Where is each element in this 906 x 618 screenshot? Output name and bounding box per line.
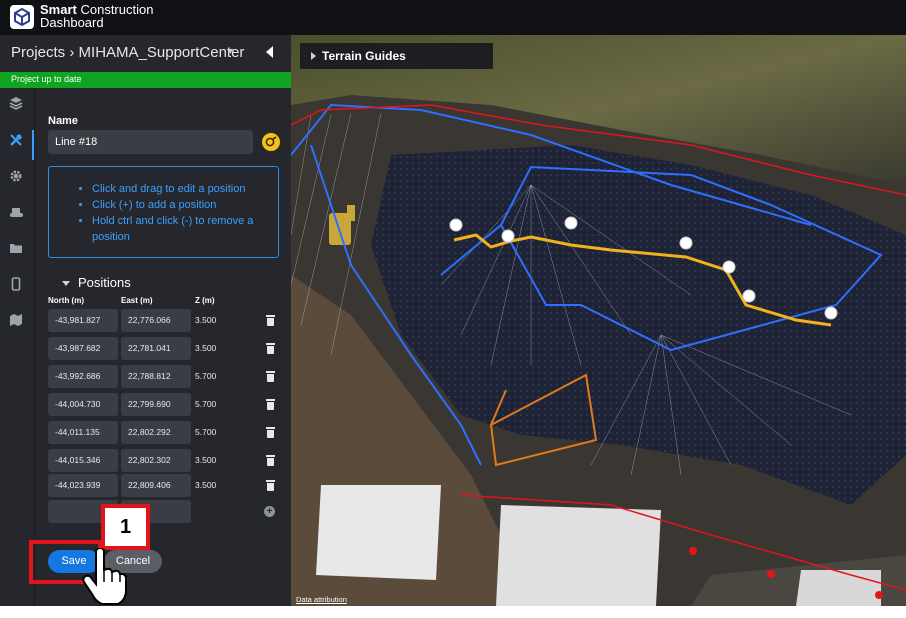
trash-icon[interactable]: [266, 455, 275, 466]
tools-icon[interactable]: [7, 133, 25, 151]
north-input[interactable]: -44,004.730: [48, 393, 118, 416]
help-item-remove: Hold ctrl and click (-) to remove a posi…: [92, 213, 270, 245]
z-value: 3.500: [195, 455, 217, 465]
position-row: -43,992.686 22,788.812 5.700: [48, 365, 275, 389]
trash-icon[interactable]: [266, 343, 275, 354]
folder-icon[interactable]: [7, 241, 25, 259]
data-attribution-link[interactable]: Data attribution: [296, 595, 347, 604]
help-item-edit: Click and drag to edit a position: [92, 181, 270, 197]
east-input[interactable]: 22,788.812: [121, 365, 191, 388]
position-row: -43,987.682 22,781.041 3.500: [48, 337, 275, 361]
trash-icon[interactable]: [266, 427, 275, 438]
breadcrumb-separator: ›: [65, 44, 79, 61]
trash-icon[interactable]: [266, 480, 275, 491]
north-input[interactable]: -43,987.682: [48, 337, 118, 360]
app-logo-icon[interactable]: [10, 5, 34, 29]
step-number-callout: 1: [101, 504, 150, 550]
building-roof: [796, 570, 881, 606]
aerial-terrain-map: [291, 35, 906, 606]
east-input[interactable]: 22,781.041: [121, 337, 191, 360]
z-value: 3.500: [195, 315, 217, 325]
building-roof: [496, 505, 661, 606]
north-input[interactable]: -43,981.827: [48, 309, 118, 332]
z-value: 3.500: [195, 480, 217, 490]
device-icon[interactable]: [7, 277, 25, 295]
terrain-guides-label: Terrain Guides: [322, 49, 406, 63]
projects-link[interactable]: Projects: [11, 44, 65, 61]
north-input[interactable]: -44,015.346: [48, 449, 118, 472]
help-box: Click and drag to edit a position Click …: [48, 166, 279, 258]
project-dropdown-icon[interactable]: ▾: [228, 46, 233, 57]
expand-caret-icon: [62, 281, 70, 287]
top-bar: Smart Construction Dashboard: [0, 0, 906, 35]
column-header-east: East (m): [121, 296, 153, 305]
map-viewport[interactable]: Terrain Guides Data attribution: [291, 35, 906, 606]
add-position-icon[interactable]: +: [264, 506, 275, 517]
name-label: Name: [48, 115, 78, 127]
east-input[interactable]: 22,799.690: [121, 393, 191, 416]
color-style-button[interactable]: [262, 133, 280, 151]
trash-icon[interactable]: [266, 399, 275, 410]
position-row: -44,023.939 22,809.406 3.500: [48, 474, 275, 498]
help-item-add: Click (+) to add a position: [92, 197, 270, 213]
position-row: -43,981.827 22,776.066 3.500: [48, 309, 275, 333]
terrain-guides-toggle[interactable]: Terrain Guides: [300, 43, 493, 69]
east-input[interactable]: 22,809.406: [121, 474, 191, 497]
east-input[interactable]: 22,776.066: [121, 309, 191, 332]
z-value: 5.700: [195, 371, 217, 381]
pointer-hand-icon: [82, 548, 127, 605]
east-input[interactable]: 22,802.292: [121, 421, 191, 444]
z-value: 3.500: [195, 343, 217, 353]
status-banner: Project up to date: [0, 72, 291, 88]
map-icon[interactable]: [7, 313, 25, 331]
app-title: Smart Construction Dashboard: [40, 3, 153, 29]
north-input[interactable]: -43,992.686: [48, 365, 118, 388]
z-value: 5.700: [195, 399, 217, 409]
project-name[interactable]: MIHAMA_SupportCenter: [79, 44, 245, 61]
east-input[interactable]: 22,802.302: [121, 449, 191, 472]
brush-icon: [265, 136, 277, 147]
breadcrumb[interactable]: Projects › MIHAMA_SupportCenter: [11, 44, 244, 61]
layers-icon[interactable]: [7, 96, 25, 114]
line-editor-panel: Name Line #18 Click and drag to edit a p…: [36, 88, 291, 606]
trash-icon[interactable]: [266, 315, 275, 326]
position-row: -44,004.730 22,799.690 5.700: [48, 393, 275, 417]
trash-icon[interactable]: [266, 371, 275, 382]
collapse-panel-icon[interactable]: [266, 46, 273, 58]
column-header-north: North (m): [48, 296, 84, 305]
brand-line2: Dashboard: [40, 15, 104, 30]
north-input[interactable]: -44,011.135: [48, 421, 118, 444]
settings-icon[interactable]: [7, 169, 25, 187]
status-text: Project up to date: [11, 74, 82, 84]
building-roof: [316, 485, 441, 580]
column-header-z: Z (m): [195, 296, 215, 305]
position-row: -44,011.135 22,802.292 5.700: [48, 421, 275, 445]
positions-toggle[interactable]: Positions: [62, 275, 131, 290]
expand-right-icon: [311, 52, 316, 60]
icon-rail: [0, 88, 35, 606]
z-value: 5.700: [195, 427, 217, 437]
north-input[interactable]: -44,023.939: [48, 474, 118, 497]
active-indicator: [32, 130, 34, 160]
project-header: Projects › MIHAMA_SupportCenter ▾: [0, 35, 291, 71]
machine-icon[interactable]: [7, 205, 25, 223]
position-row: -44,015.346 22,802.302 3.500: [48, 449, 275, 473]
name-input[interactable]: Line #18: [48, 130, 253, 154]
positions-label: Positions: [78, 275, 131, 290]
